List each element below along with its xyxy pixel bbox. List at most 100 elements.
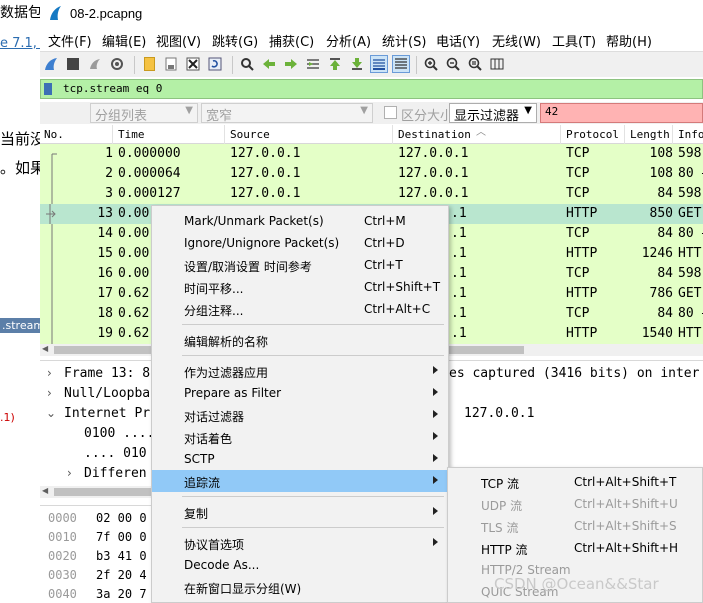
submenu-item-tcp-stream[interactable]: TCP 流 Ctrl+Alt+Shift+T [448, 470, 702, 492]
expand-chevron-icon[interactable]: › [47, 386, 52, 400]
menu-item-ignore-packet[interactable]: Ignore/Unignore Packet(s) Ctrl+D [152, 232, 448, 254]
packet-row[interactable]: 2 0.000064 127.0.0.1 127.0.0.1 TCP 108 8… [40, 164, 703, 184]
search-input[interactable]: 42 [540, 103, 703, 123]
menu-statistics[interactable]: 统计(S) [382, 31, 426, 50]
menu-file[interactable]: 文件(F) [48, 31, 92, 50]
column-header-time[interactable]: Time [118, 128, 145, 144]
submenu-item-http-stream[interactable]: HTTP 流 Ctrl+Alt+Shift+H [448, 536, 702, 558]
menu-item-mark-packet[interactable]: Mark/Unmark Packet(s) Ctrl+M [152, 210, 448, 232]
submenu-arrow-icon [433, 454, 438, 462]
menu-item-protocol-preferences[interactable]: 协议首选项 [152, 532, 448, 554]
conversation-start-marker-icon [51, 153, 57, 164]
column-header-destination[interactable]: Destination [398, 128, 471, 144]
reload-file-icon[interactable] [206, 55, 224, 73]
expand-chevron-icon[interactable]: › [47, 366, 52, 380]
search-type-dropdown[interactable]: 显示过滤器 ▼ [449, 103, 537, 124]
zoom-in-icon[interactable] [422, 55, 440, 73]
submenu-arrow-icon [433, 388, 438, 396]
menu-capture[interactable]: 捕获(C) [269, 31, 314, 50]
menu-item-colorize-conversation[interactable]: 对话着色 [152, 426, 448, 448]
blog-code-tag: .stream [0, 318, 40, 333]
blog-link[interactable]: e 7.1, 层 [0, 32, 40, 51]
restart-capture-icon[interactable] [86, 55, 104, 73]
column-header-protocol[interactable]: Protocol [566, 128, 619, 144]
sort-up-icon: ︿ [476, 127, 486, 138]
menu-item-packet-comment[interactable]: 分组注释... Ctrl+Alt+C [152, 298, 448, 320]
bookmark-icon[interactable] [44, 83, 52, 95]
submenu-arrow-icon [433, 410, 438, 418]
zoom-out-icon[interactable] [444, 55, 462, 73]
go-forward-icon[interactable] [282, 55, 300, 73]
packet-row[interactable]: 1 0.000000 127.0.0.1 127.0.0.1 TCP 108 5… [40, 144, 703, 164]
char-width-dropdown[interactable]: 宽窄 ▼ [201, 103, 373, 124]
menu-help[interactable]: 帮助(H) [606, 31, 652, 50]
chevron-down-icon: ▼ [524, 105, 532, 116]
menu-item-sctp[interactable]: SCTP [152, 448, 448, 470]
packet-row[interactable]: 3 0.000127 127.0.0.1 127.0.0.1 TCP 84 59… [40, 184, 703, 204]
search-in-dropdown[interactable]: 分组列表 ▼ [90, 103, 198, 124]
submenu-arrow-icon [433, 538, 438, 546]
search-type-value: 显示过滤器 [454, 109, 520, 124]
menu-item-edit-resolved-name[interactable]: 编辑解析的名称 [152, 329, 448, 351]
menu-edit[interactable]: 编辑(E) [102, 31, 146, 50]
menu-telephony[interactable]: 电话(Y) [436, 31, 480, 50]
save-file-icon[interactable] [162, 55, 180, 73]
zoom-reset-icon[interactable] [466, 55, 484, 73]
auto-scroll-icon[interactable] [370, 55, 388, 73]
capture-options-icon[interactable] [108, 55, 126, 73]
submenu-arrow-icon [433, 366, 438, 374]
menu-analyze[interactable]: 分析(A) [326, 31, 371, 50]
menu-tools[interactable]: 工具(T) [552, 31, 596, 50]
char-width-value: 宽窄 [206, 109, 233, 124]
blog-text-line: 数据包 [0, 5, 40, 21]
colorize-icon[interactable] [392, 55, 410, 73]
wireshark-logo-icon [50, 6, 61, 20]
menu-wireless[interactable]: 无线(W) [492, 31, 541, 50]
find-packet-icon[interactable] [238, 55, 256, 73]
scroll-left-icon[interactable]: ◀ [42, 486, 48, 495]
menu-item-conversation-filter[interactable]: 对话过滤器 [152, 404, 448, 426]
conversation-line-icon [51, 184, 53, 204]
resize-columns-icon[interactable] [488, 55, 506, 73]
case-sensitive-checkbox[interactable] [384, 106, 397, 119]
conversation-line-icon [51, 324, 53, 344]
conversation-line-icon [51, 164, 53, 184]
menu-go[interactable]: 跳转(G) [212, 31, 258, 50]
menu-item-show-in-new-window[interactable]: 在新窗口显示分组(W) [152, 576, 448, 598]
display-filter-input[interactable]: tcp.stream eq 0 [63, 82, 162, 95]
main-toolbar [40, 51, 703, 77]
submenu-arrow-icon [433, 476, 438, 484]
expand-chevron-icon[interactable]: › [67, 466, 72, 480]
menu-item-time-shift[interactable]: 时间平移... Ctrl+Shift+T [152, 276, 448, 298]
chevron-down-icon: ▼ [360, 105, 368, 116]
stop-capture-icon[interactable] [64, 55, 82, 73]
packet-context-menu: Mark/Unmark Packet(s) Ctrl+M Ignore/Unig… [151, 205, 449, 603]
shark-fin-start-icon[interactable] [42, 55, 60, 73]
column-header-source[interactable]: Source [230, 128, 270, 144]
display-filter-bar[interactable]: tcp.stream eq 0 [40, 79, 703, 99]
close-file-icon[interactable] [184, 55, 202, 73]
submenu-item-udp-stream: UDP 流 Ctrl+Alt+Shift+U [481, 497, 678, 513]
menu-item-follow-stream[interactable]: 追踪流 [152, 470, 448, 492]
menu-item-apply-as-filter[interactable]: 作为过滤器应用 [152, 360, 448, 382]
go-back-icon[interactable] [260, 55, 278, 73]
go-last-icon[interactable] [348, 55, 366, 73]
find-packet-bar: 分组列表 ▼ 宽窄 ▼ 区分大小写 显示过滤器 ▼ 42 [40, 102, 703, 124]
menu-view[interactable]: 视图(V) [156, 31, 201, 50]
menu-item-decode-as[interactable]: Decode As... [152, 554, 448, 576]
window-title: 08-2.pcapng [70, 6, 143, 21]
conversation-line-icon [51, 244, 53, 264]
menu-item-prepare-as-filter[interactable]: Prepare as Filter [152, 382, 448, 404]
blog-text-line: 。如果 [0, 159, 40, 177]
go-first-icon[interactable] [326, 55, 344, 73]
request-arrow-icon [46, 204, 56, 224]
scroll-left-icon[interactable]: ◀ [42, 344, 48, 353]
column-header-length[interactable]: Length [630, 128, 670, 144]
menu-item-copy[interactable]: 复制 [152, 501, 448, 523]
column-header-info[interactable]: Info [678, 128, 703, 144]
collapse-chevron-icon[interactable]: ⌄ [46, 406, 56, 420]
open-file-icon[interactable] [140, 55, 158, 73]
go-to-packet-icon[interactable] [304, 55, 322, 73]
menu-item-time-reference[interactable]: 设置/取消设置 时间参考 Ctrl+T [152, 254, 448, 276]
column-header-no[interactable]: No. [44, 128, 64, 144]
